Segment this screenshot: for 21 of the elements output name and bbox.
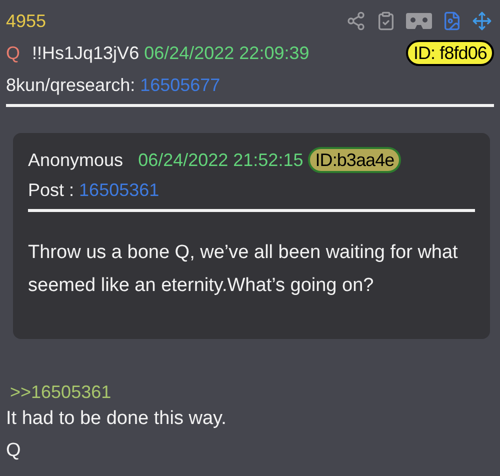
quoted-post-link[interactable]: 16505361 bbox=[79, 180, 160, 200]
reply-text: It had to be done this way. bbox=[6, 407, 228, 431]
post-label: Post : bbox=[28, 180, 76, 200]
tripcode: !!Hs1Jq13jV6 bbox=[32, 42, 140, 64]
board-label: 8kun/qresearch: bbox=[6, 75, 136, 95]
post-link[interactable]: 16505677 bbox=[140, 75, 220, 95]
poster-name: Q bbox=[6, 42, 20, 64]
file-image-icon[interactable] bbox=[442, 11, 462, 31]
post-date: 06/24/2022 22:09:39 bbox=[144, 42, 310, 64]
quoted-poster-name: Anonymous bbox=[28, 149, 124, 171]
clipboard-check-icon[interactable] bbox=[376, 11, 396, 31]
quoted-id-badge: ID:b3aa4e bbox=[308, 147, 402, 173]
quoted-post-date: 06/24/2022 21:52:15 bbox=[138, 149, 304, 171]
share-icon[interactable] bbox=[346, 11, 366, 31]
post-number: 4955 bbox=[6, 10, 46, 32]
vr-goggles-icon[interactable] bbox=[406, 12, 432, 30]
quote-link[interactable]: >>16505361 bbox=[6, 381, 494, 403]
move-icon[interactable] bbox=[472, 11, 492, 31]
quoted-post-body: Throw us a bone Q, we’ve all been waiting for what seemed like an eternity.What’s going on? bbox=[28, 241, 459, 298]
reply-text: Q bbox=[6, 439, 22, 463]
poster-id-badge: ID: f8fd06 bbox=[406, 40, 494, 66]
